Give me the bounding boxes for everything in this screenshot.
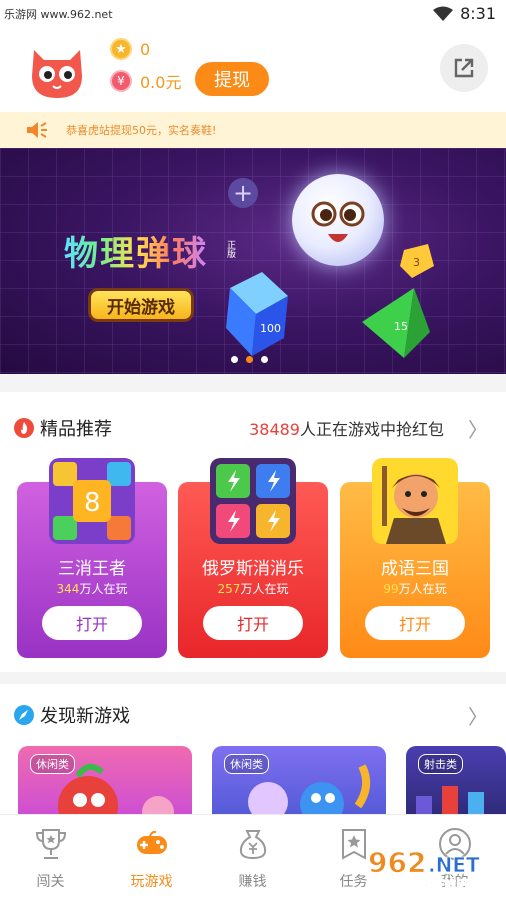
avatar[interactable] — [28, 46, 86, 100]
open-button[interactable]: 打开 — [365, 606, 465, 640]
carousel-dot[interactable] — [231, 356, 238, 363]
compass-icon — [14, 705, 34, 725]
featured-stats: 38489人正在游戏中抢红包 — [249, 416, 444, 440]
game-players: 257万人在玩 — [178, 580, 328, 597]
players-count-suffix: 人正在游戏中抢红包 — [299, 420, 444, 439]
genre-tag: 休闲类 — [30, 754, 75, 774]
withdraw-button[interactable]: 提现 — [195, 62, 269, 96]
speaker-icon — [27, 122, 47, 138]
user-header: ★ 0 ¥ 0.0元 提现 — [0, 28, 506, 112]
svg-text:乐游网: 乐游网 — [424, 877, 472, 896]
game-name: 俄罗斯消消乐 — [202, 559, 304, 579]
discover-title: 发现新游戏 — [40, 706, 130, 727]
banner-title: 物理弹球 — [64, 226, 208, 275]
star-coin-icon: ★ — [110, 38, 132, 60]
wifi-icon — [433, 6, 453, 21]
pyramid-label: 15 — [394, 320, 408, 333]
open-button[interactable]: 打开 — [203, 606, 303, 640]
start-game-button[interactable]: 开始游戏 — [88, 288, 194, 322]
players-count: 38489 — [249, 420, 300, 439]
coin-value: 0 — [140, 39, 151, 59]
trophy-icon — [35, 829, 67, 859]
tab-label: 玩游戏 — [130, 874, 173, 890]
share-button[interactable] — [440, 44, 488, 92]
discover-header[interactable]: 发现新游戏 〉 — [0, 684, 506, 746]
game-card[interactable]: 8 三消王者 344万人在玩 打开 — [17, 458, 167, 658]
banner-ball — [292, 174, 384, 266]
money-bag-icon — [239, 830, 267, 860]
featured-section: 精品推荐 38489人正在游戏中抢红包 〉 8 三消王者 344万人在玩 打开 — [0, 392, 506, 672]
carousel-dot[interactable] — [261, 356, 268, 363]
banner-cube: 100 — [226, 272, 288, 356]
carousel-dots[interactable] — [231, 356, 268, 363]
players-suffix: 万人在玩 — [398, 582, 447, 596]
yuan-icon: ¥ — [110, 70, 132, 92]
game-name: 三消王者 — [58, 559, 126, 579]
game-icon-sanguo — [372, 458, 458, 544]
tab-label: 闯关 — [36, 874, 65, 890]
genre-tag: 射击类 — [418, 754, 463, 774]
players-number: 344 — [56, 582, 80, 596]
clock: 8:31 — [460, 4, 496, 23]
tab-earn[interactable]: 赚钱 — [202, 815, 303, 900]
coin-balance: ★ 0 — [110, 36, 150, 62]
players-number: 257 — [217, 582, 241, 596]
share-icon — [454, 58, 474, 78]
flame-icon — [14, 418, 34, 438]
gem-label: 3 — [413, 256, 420, 269]
featured-header[interactable]: 精品推荐 38489人正在游戏中抢红包 〉 — [0, 392, 506, 464]
cash-balance: ¥ 0.0元 — [110, 68, 181, 94]
watermark-text: 乐游网 www.962.net — [4, 8, 113, 21]
chevron-right-icon[interactable]: 〉 — [468, 414, 488, 443]
open-button[interactable]: 打开 — [42, 606, 142, 640]
svg-text:962: 962 — [368, 846, 426, 879]
notice-text: 恭喜虎站提现50元，实名奏鞋! — [66, 124, 217, 137]
watermark-logo: 962 .NET 乐游网 — [368, 846, 481, 897]
banner-gem: 3 — [400, 244, 434, 278]
game-players: 99万人在玩 — [340, 580, 490, 597]
app-screen: 乐游网 www.962.net 8:31 ★ 0 ¥ 0.0元 提现 恭喜虎站提… — [0, 0, 506, 900]
ball-face — [311, 201, 365, 242]
svg-text:.NET: .NET — [428, 853, 480, 877]
banner-pyramid: 15 — [362, 288, 430, 358]
promo-banner[interactable]: + 100 3 15 物理弹球 正版 开始游戏 — [0, 148, 506, 374]
plus-icon: + — [228, 178, 258, 208]
game-name: 成语三国 — [381, 559, 449, 579]
players-suffix: 万人在玩 — [240, 582, 289, 596]
notice-bar: 恭喜虎站提现50元，实名奏鞋! — [0, 112, 506, 148]
gamepad-icon — [137, 830, 167, 854]
genre-tag: 休闲类 — [224, 754, 269, 774]
tab-play-games[interactable]: 玩游戏 — [101, 815, 202, 900]
players-number: 99 — [383, 582, 399, 596]
cash-value: 0.0元 — [140, 73, 182, 92]
tab-label: 赚钱 — [238, 874, 267, 890]
game-card[interactable]: 俄罗斯消消乐 257万人在玩 打开 — [178, 458, 328, 658]
game-icon-digit: 8 — [84, 488, 101, 518]
tab-levels[interactable]: 闯关 — [0, 815, 101, 900]
featured-title: 精品推荐 — [40, 419, 112, 440]
players-suffix: 万人在玩 — [79, 582, 128, 596]
cube-label: 100 — [260, 322, 281, 335]
game-icon-sanxiao: 8 — [49, 458, 135, 544]
game-icon-tetris — [210, 458, 296, 544]
carousel-dot-active[interactable] — [246, 356, 253, 363]
game-card[interactable]: 成语三国 99万人在玩 打开 — [340, 458, 490, 658]
chevron-right-icon[interactable]: 〉 — [468, 701, 488, 730]
game-players: 344万人在玩 — [17, 580, 167, 597]
banner-subtitle: 正版 — [225, 240, 235, 258]
status-bar: 乐游网 www.962.net 8:31 — [0, 0, 506, 28]
